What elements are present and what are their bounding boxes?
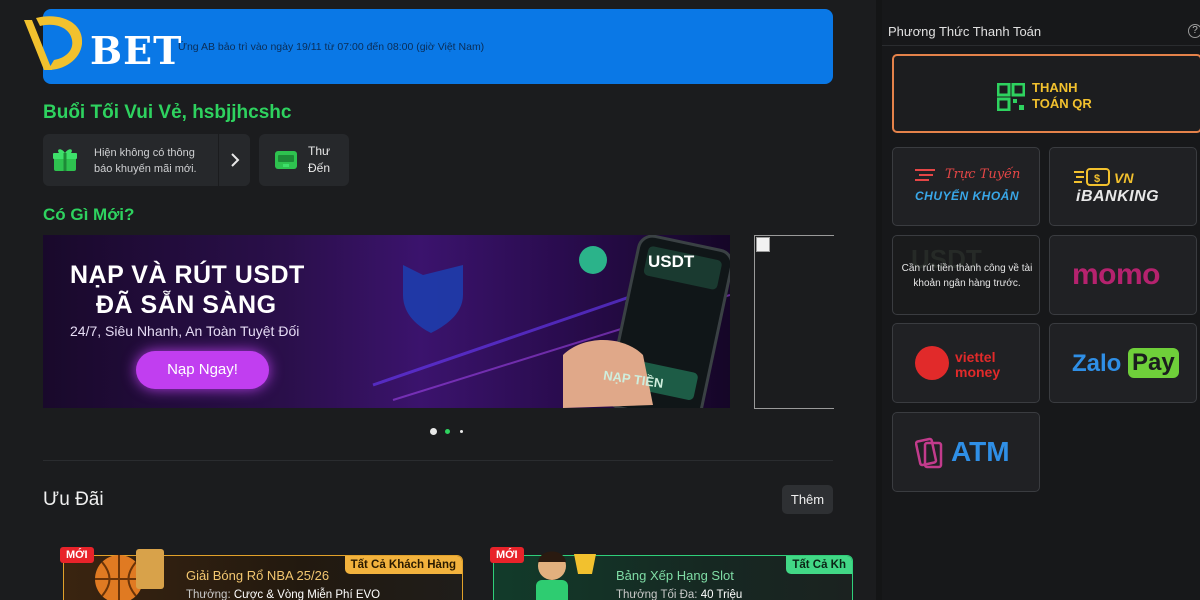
payment-zalopay[interactable]: Zalo Pay <box>1049 323 1197 403</box>
brand-logo[interactable]: BET <box>18 10 198 84</box>
offer-audience-label: Tất Cả Kh <box>786 556 852 574</box>
online-label-line1: Trực Tuyến <box>945 167 1021 182</box>
payment-vn-ibanking[interactable]: $ VN iBANKING <box>1049 147 1197 226</box>
payment-momo[interactable]: momo <box>1049 235 1197 315</box>
viettel-label-line1: viettel <box>955 349 996 365</box>
offer-reward-prefix: Thưởng Tối Đa: <box>616 589 698 600</box>
payment-usdt[interactable]: USDT Cần rút tiền thành công về tài khoả… <box>892 235 1040 315</box>
qr-label-line1: THANH <box>1032 80 1078 95</box>
section-divider <box>43 460 833 461</box>
vnb-label-line1: VN <box>1114 170 1134 186</box>
offer-card[interactable]: MỚI Tất Cả Khách Hàng Giải Bóng Rổ NBA 2… <box>60 547 463 600</box>
promo-next-button[interactable] <box>218 134 250 186</box>
vnb-label-line2: iBANKING <box>1076 188 1160 205</box>
offer-reward: Thưởng Tối Đa: 40 Triệu <box>616 589 742 600</box>
gift-icon <box>53 149 77 171</box>
online-label-line2: CHUYỂN KHOẢN <box>915 189 1020 203</box>
whats-new-heading: Có Gì Mới? <box>43 205 135 224</box>
logo-wordmark: BET <box>90 28 183 73</box>
atm-card-icon <box>915 437 943 469</box>
inbox-label-line1: Thư <box>308 144 331 158</box>
mailbox-icon <box>275 151 297 169</box>
main-content: Ứng AB bảo trì vào ngày 19/11 từ 07:00 đ… <box>0 0 876 600</box>
carousel-dot-3[interactable] <box>460 430 463 433</box>
svg-text:$: $ <box>1094 173 1100 185</box>
payment-viettel-money[interactable]: viettel money <box>892 323 1040 403</box>
viettel-logo-icon <box>915 346 949 380</box>
wallet-icon: $ <box>1074 168 1110 186</box>
notice-text: Ứng AB bảo trì vào ngày 19/11 từ 07:00 đ… <box>178 41 485 53</box>
qr-label-line2: TOÁN QR <box>1032 96 1092 111</box>
payment-methods-title: Phương Thức Thanh Toán <box>888 24 1042 39</box>
banner-title-line1: NẠP VÀ RÚT USDT <box>70 261 305 289</box>
atm-label: ATM <box>951 436 1010 467</box>
banner-deposit-button[interactable]: Nạp Ngay! <box>136 351 269 389</box>
banner-title-line2: ĐÃ SẴN SÀNG <box>96 291 277 319</box>
offer-reward: Thưởng: Cược & Vòng Miễn Phí EVO <box>186 589 380 600</box>
promo-empty-text: Hiện không có thông báo khuyến mãi mới. <box>94 147 197 175</box>
qr-code-icon <box>997 83 1025 111</box>
banner-subtitle: 24/7, Siêu Nhanh, An Toàn Tuyệt Đối <box>70 323 300 339</box>
usdt-requirement-message: Cần rút tiền thành công về tài khoản ngâ… <box>901 263 1033 289</box>
inbox-card[interactable]: Thư Đến <box>259 134 349 186</box>
inbox-label: Thư Đến <box>308 143 330 177</box>
payment-methods-panel: Phương Thức Thanh Toán ? THANH TOÁN QR T… <box>882 0 1200 600</box>
offer-reward-prefix: Thưởng: <box>186 589 231 600</box>
offer-reward-value: 40 Triệu <box>700 589 743 600</box>
payment-atm[interactable]: ATM <box>892 412 1040 492</box>
momo-logo: momo <box>1072 258 1161 291</box>
offer-audience-label: Tất Cả Khách Hàng <box>344 556 462 574</box>
new-badge: MỚI <box>490 547 524 563</box>
logo-v-icon <box>24 16 83 70</box>
phone-usdt-label: USDT <box>648 252 695 271</box>
offers-more-button[interactable]: Thêm <box>782 485 833 514</box>
chevron-right-icon <box>231 153 240 167</box>
offer-title: Giải Bóng Rổ NBA 25/26 <box>186 568 330 583</box>
payment-qr[interactable]: THANH TOÁN QR <box>892 54 1200 133</box>
new-badge: MỚI <box>60 547 94 563</box>
help-icon[interactable]: ? <box>1188 24 1200 38</box>
payment-online-transfer[interactable]: Trực Tuyến CHUYỂN KHOẢN <box>892 147 1040 226</box>
carousel-dot-1[interactable] <box>430 428 437 435</box>
pay-badge: Pay <box>1128 348 1179 378</box>
offer-card[interactable]: MỚI Tất Cả Kh Bảng Xếp Hạng Slot Thưởng … <box>490 547 853 600</box>
viettel-label-line2: money <box>955 364 1001 380</box>
carousel-dot-2[interactable] <box>445 429 450 434</box>
panel-divider <box>882 45 1200 46</box>
usdt-promo-banner[interactable]: USDT NẠP TIỀN NẠP VÀ RÚT USDT ĐÃ SẴN SÀN… <box>43 235 730 408</box>
inbox-label-line2: Đến <box>308 161 331 175</box>
zalo-text: Zalo <box>1072 350 1122 377</box>
broken-image-icon <box>756 237 770 252</box>
offer-title: Bảng Xếp Hạng Slot <box>616 568 734 583</box>
greeting-heading: Buổi Tối Vui Vẻ, hsbjjhcshc <box>43 102 292 123</box>
speed-lines-icon <box>915 169 935 181</box>
offer-reward-value: Cược & Vòng Miễn Phí EVO <box>233 589 381 600</box>
offers-heading: Ưu Đãi <box>43 489 104 510</box>
next-banner-image[interactable] <box>754 235 834 409</box>
